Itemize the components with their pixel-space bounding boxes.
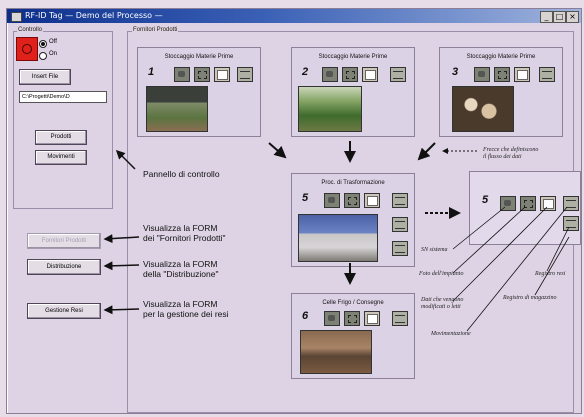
flow-arrows bbox=[103, 141, 570, 332]
main-window: RF-ID Tag — Demo del Processo — _ □ × Co… bbox=[6, 8, 582, 414]
